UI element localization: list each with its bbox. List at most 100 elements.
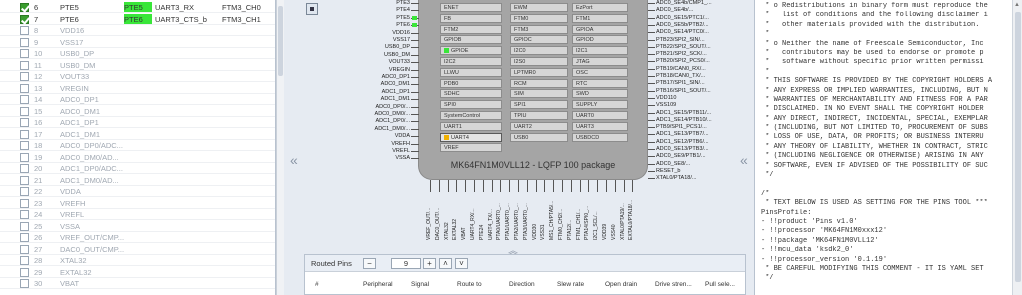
column-header[interactable]: Open drain (605, 281, 637, 288)
column-header[interactable]: Route to (457, 281, 482, 288)
remove-row-button[interactable]: − (363, 258, 376, 269)
pin-port-cell[interactable] (124, 106, 152, 116)
pin-label[interactable]: UART4_RX/... (470, 192, 476, 240)
pin-port-cell[interactable] (124, 152, 152, 162)
pin-checkbox[interactable] (20, 279, 29, 288)
pin-label[interactable]: FTM1_CH1/... (576, 192, 582, 240)
column-header[interactable]: Signal (411, 281, 429, 288)
pin-port-cell[interactable] (124, 244, 152, 254)
pin-port-cell[interactable] (124, 60, 152, 70)
peripheral-module[interactable]: GPIOC (510, 35, 568, 45)
pin-checkbox[interactable] (20, 37, 29, 47)
peripheral-module[interactable]: I2S0 (510, 57, 568, 66)
pin-checkbox[interactable] (20, 3, 29, 12)
peripheral-module[interactable]: SUPPLY (572, 100, 628, 110)
peripheral-module[interactable]: SPI1 (510, 100, 568, 110)
pin-label[interactable]: PTA12/... (567, 192, 573, 240)
pin-port-cell[interactable] (124, 25, 152, 35)
column-header[interactable]: Direction (509, 281, 535, 288)
pin-checkbox[interactable] (20, 106, 29, 116)
table-row[interactable]: 29 EXTAL32 (0, 267, 275, 278)
peripheral-module[interactable]: EWM (510, 3, 568, 12)
pin-label[interactable]: MS1_CH/PTA5/... (549, 192, 555, 240)
pin-checkbox[interactable] (20, 72, 29, 81)
peripheral-module[interactable]: EzPort (572, 3, 628, 12)
table-row[interactable]: 23 VREFH (0, 198, 275, 209)
pin-checkbox[interactable] (20, 233, 29, 242)
pin-label[interactable]: UART4_TX/... (488, 192, 494, 240)
collapse-right-icon[interactable]: « (740, 152, 748, 168)
pin-checkbox[interactable] (20, 164, 29, 173)
peripheral-module[interactable]: FTM2 (440, 24, 502, 34)
code-scrollbar[interactable]: ▲ (1012, 0, 1022, 295)
table-row[interactable]: 30 VBAT (0, 278, 275, 289)
pin-label[interactable]: PTA0/UART0_... (496, 192, 502, 240)
peripheral-module[interactable]: RCM (510, 78, 568, 88)
pin-label[interactable]: VSSA (340, 154, 419, 162)
peripheral-module[interactable]: I2C1 (572, 46, 628, 56)
pin-port-cell[interactable] (124, 37, 152, 47)
pin-checkbox[interactable] (20, 14, 29, 24)
pin-label[interactable]: VDD30 (532, 192, 538, 240)
peripheral-module[interactable]: UART0 (572, 111, 628, 120)
peripheral-module[interactable]: LLWU (440, 67, 502, 77)
peripheral-module[interactable]: UART4 (440, 132, 502, 142)
peripheral-module[interactable]: OSC (572, 67, 628, 77)
pin-label[interactable]: PTA3/UART0_... (523, 192, 529, 240)
peripheral-module[interactable]: JTAG (572, 57, 628, 66)
table-row[interactable]: 13 VREGIN (0, 83, 275, 94)
table-row[interactable]: 16 ADC1_DP1 (0, 117, 275, 128)
pin-port-cell[interactable]: PTE6 (124, 13, 152, 24)
peripheral-module[interactable]: FTM1 (572, 13, 628, 23)
pin-checkbox[interactable] (20, 256, 29, 265)
table-row[interactable]: 20 ADC1_DP0/ADC... (0, 163, 275, 174)
peripheral-module[interactable]: GPIOA (572, 24, 628, 34)
pin-checkbox[interactable] (20, 83, 29, 93)
pin-port-cell[interactable] (124, 129, 152, 139)
pin-label[interactable]: FTM0_CH2/... (558, 192, 564, 240)
column-header[interactable]: Peripheral (363, 281, 393, 288)
table-row[interactable]: 6 PTE5 PTE5 UART3_RX FTM3_CH0 (0, 2, 275, 13)
pin-label[interactable]: PTE24 (479, 192, 485, 240)
pin-label[interactable]: VSS31 (540, 192, 546, 240)
peripheral-module[interactable]: SPI0 (440, 100, 502, 110)
pin-port-cell[interactable] (124, 48, 152, 58)
pin-port-cell[interactable] (124, 140, 152, 150)
peripheral-module[interactable]: GPIOB (440, 35, 502, 45)
peripheral-module[interactable]: I2C2 (440, 57, 502, 66)
peripheral-module[interactable]: USBDCD (572, 132, 628, 142)
collapse-left-icon[interactable]: « (290, 152, 298, 168)
pin-label[interactable]: DAC0_OUT/... (435, 192, 441, 240)
peripheral-module[interactable]: USB0 (510, 132, 568, 142)
pin-port-cell[interactable] (124, 94, 152, 104)
peripheral-module[interactable]: UART3 (572, 121, 628, 131)
pin-port-cell[interactable] (124, 267, 152, 277)
pin-label[interactable]: VBAT (461, 192, 467, 240)
column-header[interactable]: Slew rate (557, 281, 584, 288)
pin-checkbox[interactable] (20, 118, 29, 127)
pin-port-cell[interactable] (124, 221, 152, 231)
pin-label[interactable]: VREF_OUT/... (426, 192, 432, 240)
table-row[interactable]: 10 USB0_DP (0, 48, 275, 59)
pin-port-cell[interactable] (124, 83, 152, 93)
pin-checkbox[interactable] (20, 198, 29, 208)
table-row[interactable]: 7 PTE6 PTE6 UART3_CTS_b FTM3_CH1 (0, 13, 275, 25)
peripheral-module[interactable]: GPIOD (572, 35, 628, 45)
pin-checkbox[interactable] (20, 141, 29, 150)
pin-port-cell[interactable] (124, 278, 152, 288)
source-code[interactable]: * o Redistributions in binary form must … (761, 2, 1011, 284)
pin-checkbox[interactable] (20, 60, 29, 70)
pin-label[interactable]: PTA2/UART0_... (514, 192, 520, 240)
toolbar-icon[interactable] (306, 3, 318, 15)
pin-checkbox[interactable] (20, 221, 29, 231)
table-row[interactable]: 15 ADC0_DM1 (0, 106, 275, 117)
table-row[interactable]: 24 VREFL (0, 209, 275, 220)
pin-port-cell[interactable] (124, 71, 152, 81)
pin-port-cell[interactable] (124, 175, 152, 185)
pin-port-cell[interactable] (124, 255, 152, 265)
pin-label[interactable]: EXTAL0/PTA18/... (628, 192, 634, 240)
pin-label[interactable]: PTA14/SPI0_... (584, 192, 590, 240)
peripheral-module[interactable]: FB (440, 13, 502, 23)
pin-port-cell[interactable] (124, 232, 152, 242)
peripheral-module[interactable]: UART1 (440, 121, 502, 131)
